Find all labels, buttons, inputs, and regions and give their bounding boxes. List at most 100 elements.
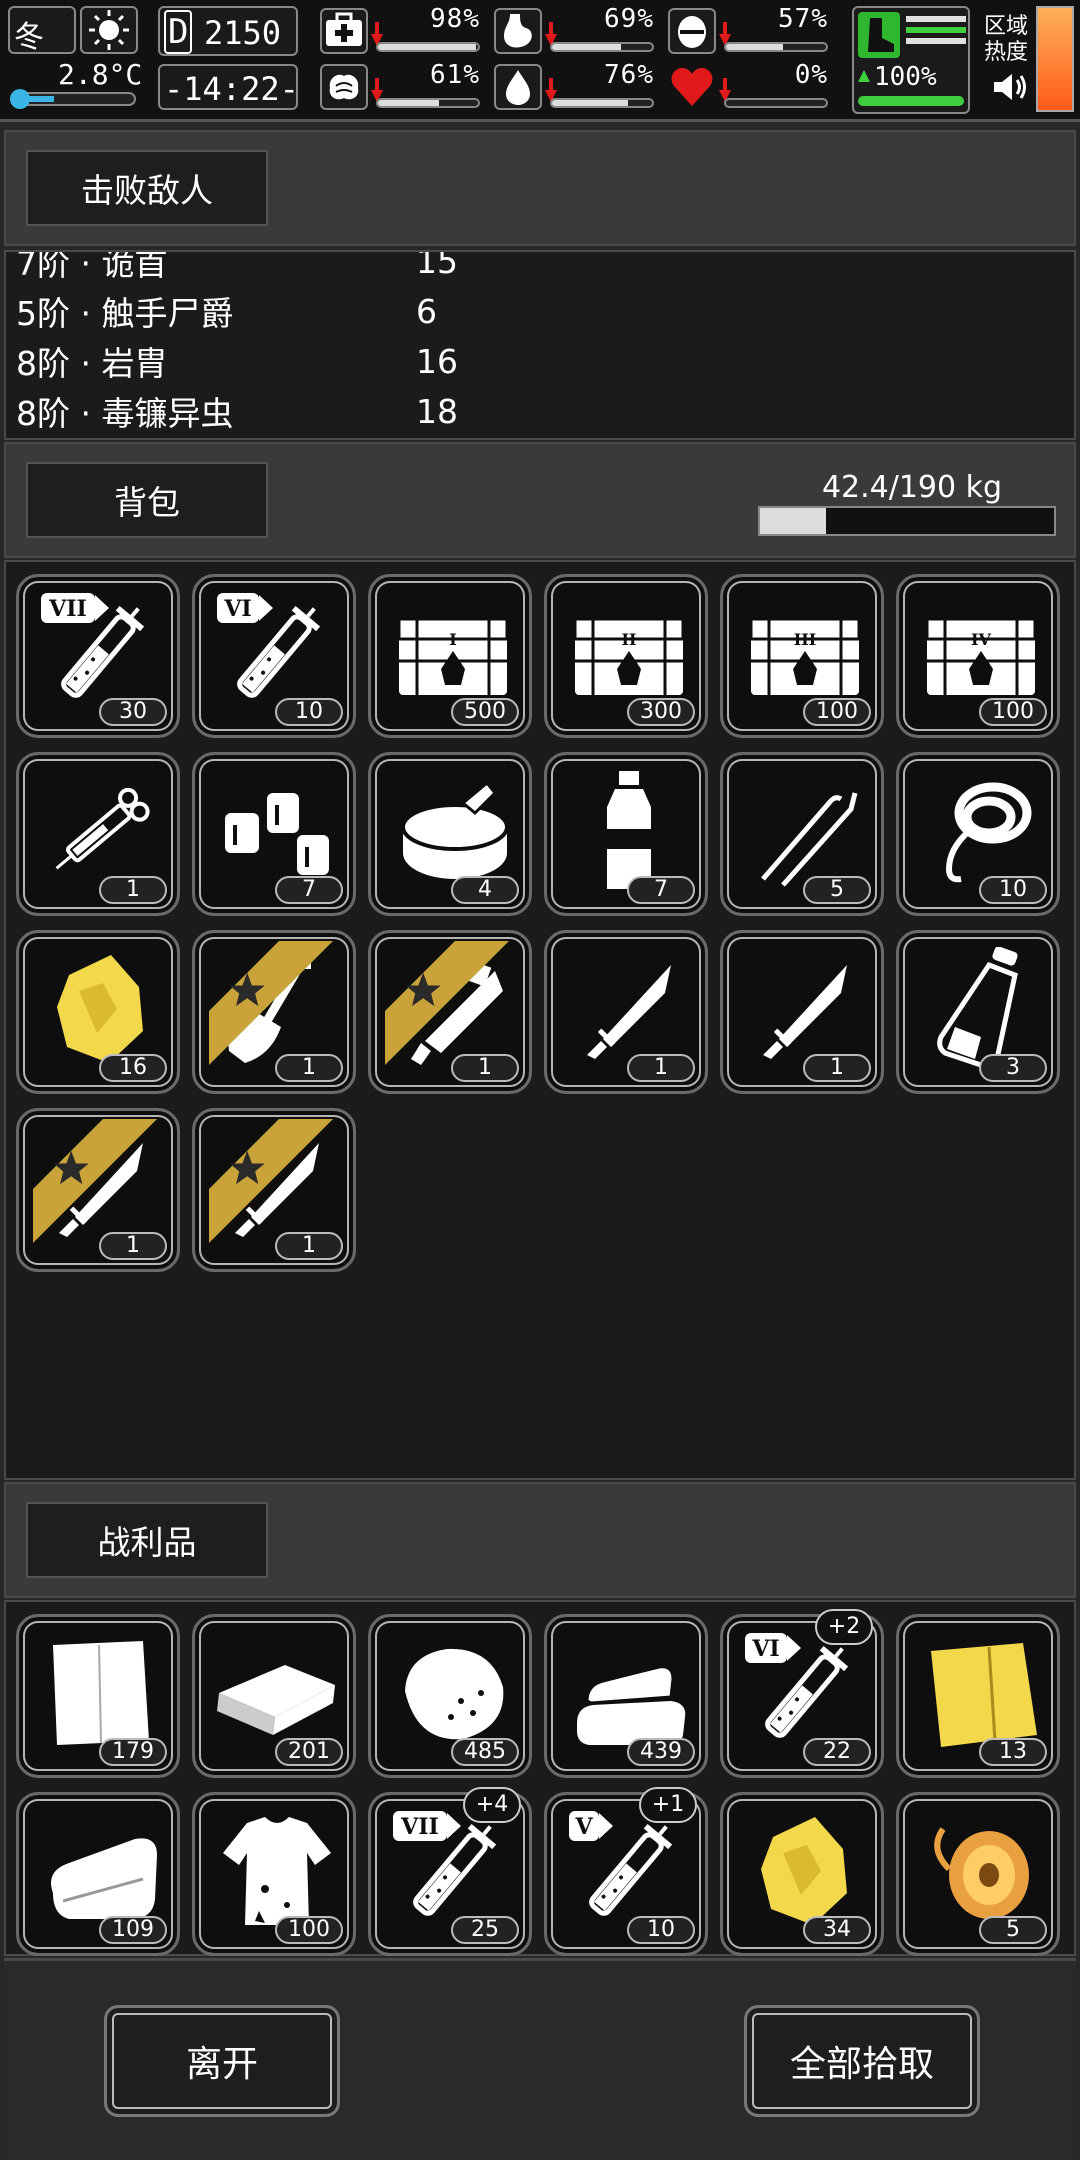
season-label: 冬 xyxy=(14,20,44,55)
svg-text:VI: VI xyxy=(223,596,251,622)
item-count: 100 xyxy=(275,1916,343,1944)
inventory-slot[interactable]: III 100 xyxy=(720,574,884,738)
item-count: 1 xyxy=(451,1054,519,1082)
inventory-slot[interactable]: 439 xyxy=(544,1614,708,1778)
svg-text:VII: VII xyxy=(400,1814,439,1840)
inventory-slot[interactable]: 1 xyxy=(16,752,180,916)
mental-value: 61% xyxy=(430,60,480,90)
backpack-tab[interactable]: 背包 xyxy=(26,462,268,538)
inventory-slot[interactable]: 4 xyxy=(368,752,532,916)
inventory-slot[interactable]: IV 100 xyxy=(896,574,1060,738)
item-count: 100 xyxy=(979,698,1047,726)
stamina-stripes xyxy=(906,16,966,49)
inventory-slot[interactable]: 109 xyxy=(16,1792,180,1956)
gold-ore-icon xyxy=(57,955,143,1063)
loot-header: 战利品 xyxy=(4,1482,1076,1598)
item-count: 4 xyxy=(451,876,519,904)
bladder-bar xyxy=(724,42,828,52)
item-count: 10 xyxy=(627,1916,695,1944)
inventory-slot[interactable]: V +1 10 xyxy=(544,1787,708,1956)
inventory-slot[interactable]: 13 xyxy=(896,1614,1060,1778)
inventory-slot[interactable]: 1 xyxy=(544,930,708,1094)
inventory-slot[interactable]: 7 xyxy=(192,752,356,916)
take-all-button[interactable]: 全部拾取 xyxy=(744,2005,980,2117)
leave-button[interactable]: 离开 xyxy=(104,2005,340,2117)
action-bar: 离开 全部拾取 xyxy=(4,1958,1076,2158)
inventory-slot[interactable]: 179 xyxy=(16,1614,180,1778)
loot-tab[interactable]: 战利品 xyxy=(26,1502,268,1578)
inventory-slot[interactable]: 100 xyxy=(192,1792,356,1956)
item-count: 1 xyxy=(275,1054,343,1082)
item-count: 485 xyxy=(451,1738,519,1766)
crate-tier-3-icon: III xyxy=(749,617,861,695)
inventory-slot[interactable]: 5 xyxy=(896,1792,1060,1956)
brain-icon xyxy=(320,64,368,110)
time-value: -14:22- xyxy=(164,70,299,108)
temperature-readout: 2.8°C xyxy=(58,58,143,91)
item-count: 3 xyxy=(979,1054,1047,1082)
loot-grid: 179 201 485 439 VI +2 22 13 109 100 VII +4 25 V +1 10 34… xyxy=(4,1600,1076,1956)
lanterns-icon xyxy=(225,793,329,875)
hunger-bar-fill xyxy=(552,44,621,50)
upgrade-bonus-badge: +2 xyxy=(815,1609,873,1645)
item-count: 300 xyxy=(627,698,695,726)
rope-icon xyxy=(945,782,1032,883)
inventory-slot[interactable]: 16 xyxy=(16,930,180,1094)
svg-text:III: III xyxy=(794,630,816,649)
inventory-slot[interactable]: VI +2 22 xyxy=(720,1609,884,1778)
stomach-icon xyxy=(494,8,542,54)
inventory-slot[interactable]: II 300 xyxy=(544,574,708,738)
health-bar xyxy=(376,42,480,52)
inventory-slot[interactable]: VII +4 25 xyxy=(368,1787,532,1956)
inventory-slot[interactable]: 3 xyxy=(896,930,1060,1094)
speaker-icon[interactable] xyxy=(990,70,1030,104)
inventory-slot[interactable]: 1 xyxy=(16,1108,180,1272)
inventory-slot[interactable]: 201 xyxy=(192,1614,356,1778)
thirst-bar xyxy=(550,98,654,108)
inventory-slot[interactable]: 7 xyxy=(544,752,708,916)
inventory-slot[interactable]: 10 xyxy=(896,752,1060,916)
inventory-slot[interactable]: 1 xyxy=(368,930,532,1094)
bandage-icon xyxy=(217,1665,335,1735)
defeated-enemy-list[interactable]: 7阶 · 诡首 15 5阶 · 触手尸爵 6 8阶 · 岩胄 16 8阶 · 毒… xyxy=(4,250,1076,440)
inventory-slot[interactable]: 1 xyxy=(192,930,356,1094)
zone-heat-label: 区域热度 xyxy=(984,14,1029,65)
crate-tier-2-icon: II xyxy=(573,617,685,695)
defeated-header: 击败敌人 xyxy=(4,130,1076,246)
inventory-slot[interactable]: 485 xyxy=(368,1614,532,1778)
item-count: 1 xyxy=(99,876,167,904)
inventory-slot[interactable]: 1 xyxy=(720,930,884,1094)
item-count: 500 xyxy=(451,698,519,726)
hunger-value: 69% xyxy=(604,4,654,34)
defeated-tab[interactable]: 击败敌人 xyxy=(26,150,268,226)
inventory-slot[interactable]: 5 xyxy=(720,752,884,916)
item-count: 439 xyxy=(627,1738,695,1766)
list-item: 5阶 · 触手尸爵 6 xyxy=(16,286,1016,336)
thirst-bar-fill xyxy=(552,100,628,106)
inventory-slot[interactable]: VI 10 xyxy=(192,574,356,738)
item-count: 13 xyxy=(979,1738,1047,1766)
star-badge-icon xyxy=(189,1105,333,1243)
lockpicks-icon xyxy=(761,792,858,887)
heart-bar xyxy=(724,98,828,108)
item-count: 10 xyxy=(979,876,1047,904)
game-screen: 冬 2.8°C D 2150 -14:22- 98% 69% 57% 61% 7… xyxy=(0,0,1080,2160)
day-counter: D 2150 xyxy=(158,6,298,56)
item-count: 22 xyxy=(803,1738,871,1766)
medkit-icon xyxy=(320,8,368,54)
mental-bar xyxy=(376,98,480,108)
zone-heat-meter xyxy=(1036,6,1074,112)
cloth-icon xyxy=(53,1641,149,1745)
enemy-name: 7阶 · 诡首 xyxy=(16,250,168,283)
stamina-up-arrow xyxy=(858,70,870,82)
inventory-slot[interactable]: VII 30 xyxy=(16,574,180,738)
item-count: 7 xyxy=(627,876,695,904)
inventory-slot[interactable]: I 500 xyxy=(368,574,532,738)
inventory-slot[interactable]: 34 xyxy=(720,1792,884,1956)
sun-icon xyxy=(80,6,138,54)
item-count: 201 xyxy=(275,1738,343,1766)
enemy-name: 8阶 · 毒镰异虫 xyxy=(16,394,234,433)
gold-ore-icon xyxy=(761,1817,847,1925)
folded-cloth-icon xyxy=(51,1838,157,1919)
inventory-slot[interactable]: 1 xyxy=(192,1108,356,1272)
